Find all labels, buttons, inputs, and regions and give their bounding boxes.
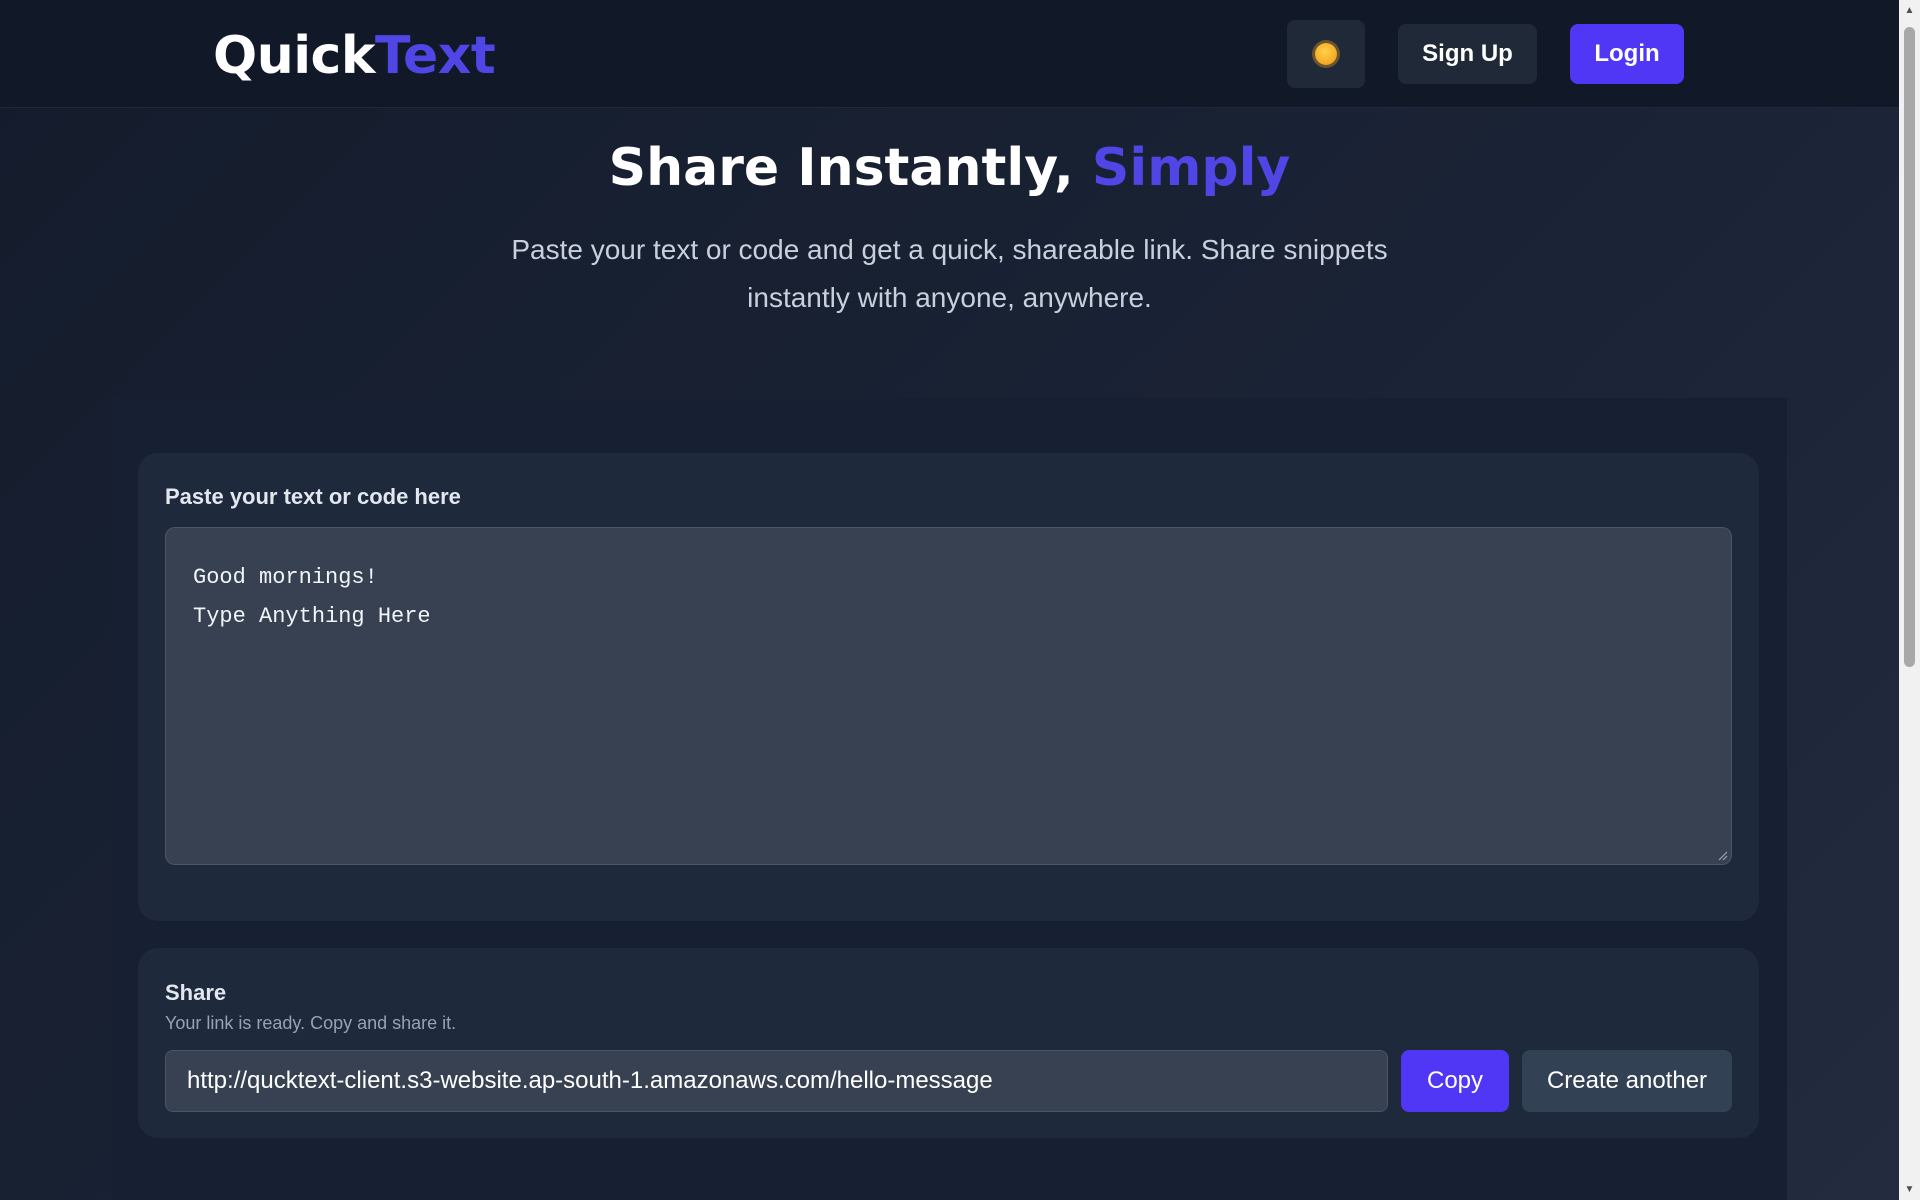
share-link-input[interactable]: http://qucktext-client.s3-website.ap-sou… (165, 1050, 1388, 1112)
login-button[interactable]: Login (1570, 24, 1684, 84)
theme-toggle-button[interactable] (1287, 20, 1365, 88)
hero-subtitle: Paste your text or code and get a quick,… (511, 234, 1388, 313)
share-link-text: http://qucktext-client.s3-website.ap-sou… (187, 1067, 993, 1094)
logo-part-text: Text (374, 26, 496, 86)
logo[interactable]: QuickText (213, 26, 496, 86)
text-editor-textarea[interactable]: Good mornings! Type Anything Here (165, 527, 1732, 865)
create-another-button[interactable]: Create another (1522, 1050, 1732, 1112)
top-nav: QuickText Sign Up Login (0, 0, 1899, 108)
page: QuickText Sign Up Login Share Instantly,… (0, 0, 1899, 1200)
editor-label: Paste your text or code here (165, 484, 461, 509)
scroll-down-arrow-icon[interactable]: ▼ (1899, 1179, 1920, 1200)
hero-title: Share Instantly, Simply (0, 138, 1899, 198)
logo-part-quick: Quick (213, 26, 375, 86)
scrollbar-thumb[interactable] (1904, 27, 1915, 667)
vertical-scrollbar[interactable]: ▲ ▼ (1899, 0, 1920, 1200)
hero-title-main: Share Instantly, (608, 138, 1092, 198)
sun-icon (1315, 43, 1337, 65)
sign-up-button[interactable]: Sign Up (1398, 24, 1537, 84)
resize-grip-icon[interactable] (1716, 849, 1728, 861)
share-title: Share (165, 980, 227, 1005)
hero-title-accent: Simply (1091, 138, 1291, 198)
scroll-up-arrow-icon[interactable]: ▲ (1899, 0, 1920, 21)
share-subtitle: Your link is ready. Copy and share it. (165, 1013, 457, 1033)
copy-button[interactable]: Copy (1401, 1050, 1509, 1112)
